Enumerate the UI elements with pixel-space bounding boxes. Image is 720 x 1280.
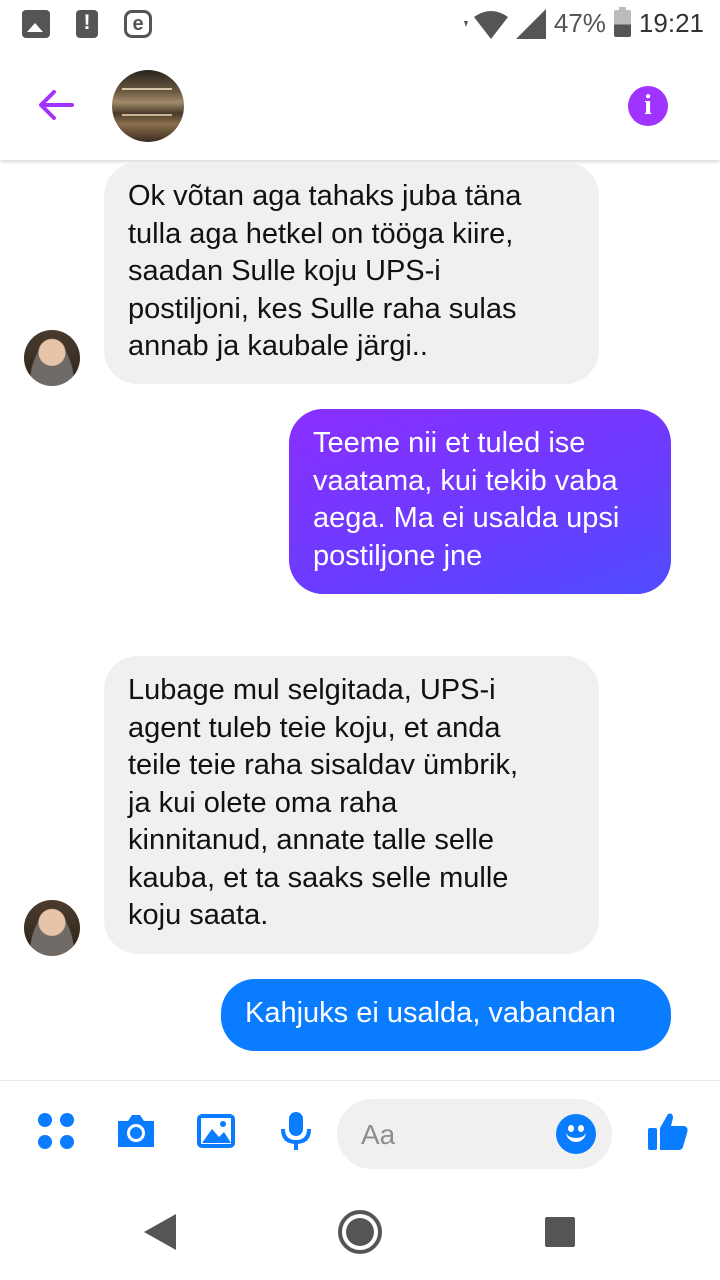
battery-icon <box>613 7 631 37</box>
conversation-header: i <box>0 50 720 160</box>
thumbs-up-icon[interactable] <box>646 1109 690 1153</box>
message-incoming[interactable]: Ok võtan aga tahaks juba täna tulla aga … <box>104 162 599 384</box>
sender-avatar[interactable] <box>24 330 80 386</box>
arrow-left-icon[interactable] <box>34 83 78 127</box>
camera-icon[interactable] <box>114 1109 158 1153</box>
message-incoming[interactable]: Lubage mul selgitada, UPS-i agent tuleb … <box>104 656 599 954</box>
alert-icon <box>76 10 98 38</box>
more-apps-icon[interactable] <box>34 1109 78 1153</box>
sender-avatar[interactable] <box>24 900 80 956</box>
emoji-icon[interactable] <box>556 1114 596 1154</box>
clock: 19:21 <box>638 8 704 38</box>
wifi-icon <box>463 10 508 39</box>
status-left-icons: e <box>22 10 152 38</box>
e-app-icon: e <box>124 10 152 38</box>
signal-icon <box>515 8 546 39</box>
info-icon[interactable]: i <box>628 86 668 126</box>
status-right: 47% 19:21 <box>463 7 704 39</box>
contact-avatar[interactable] <box>112 70 184 142</box>
image-icon <box>22 10 50 38</box>
message-outgoing[interactable]: Teeme nii et tuled ise vaatama, kui teki… <box>289 409 671 594</box>
message-composer: Aa <box>0 1080 720 1190</box>
message-outgoing[interactable]: Kahjuks ei usalda, vabandan <box>221 979 671 1051</box>
message-input[interactable]: Aa <box>337 1099 612 1169</box>
message-input-placeholder: Aa <box>361 1119 396 1150</box>
status-bar: e 47% 19:21 <box>0 0 720 50</box>
home-circle-icon[interactable] <box>336 1208 384 1256</box>
system-nav-bar <box>0 1190 720 1280</box>
back-triangle-icon[interactable] <box>140 1210 180 1254</box>
gallery-icon[interactable] <box>194 1109 238 1153</box>
microphone-icon[interactable] <box>274 1109 318 1153</box>
battery-percent: 47% <box>553 8 606 38</box>
recents-square-icon[interactable] <box>545 1217 575 1247</box>
